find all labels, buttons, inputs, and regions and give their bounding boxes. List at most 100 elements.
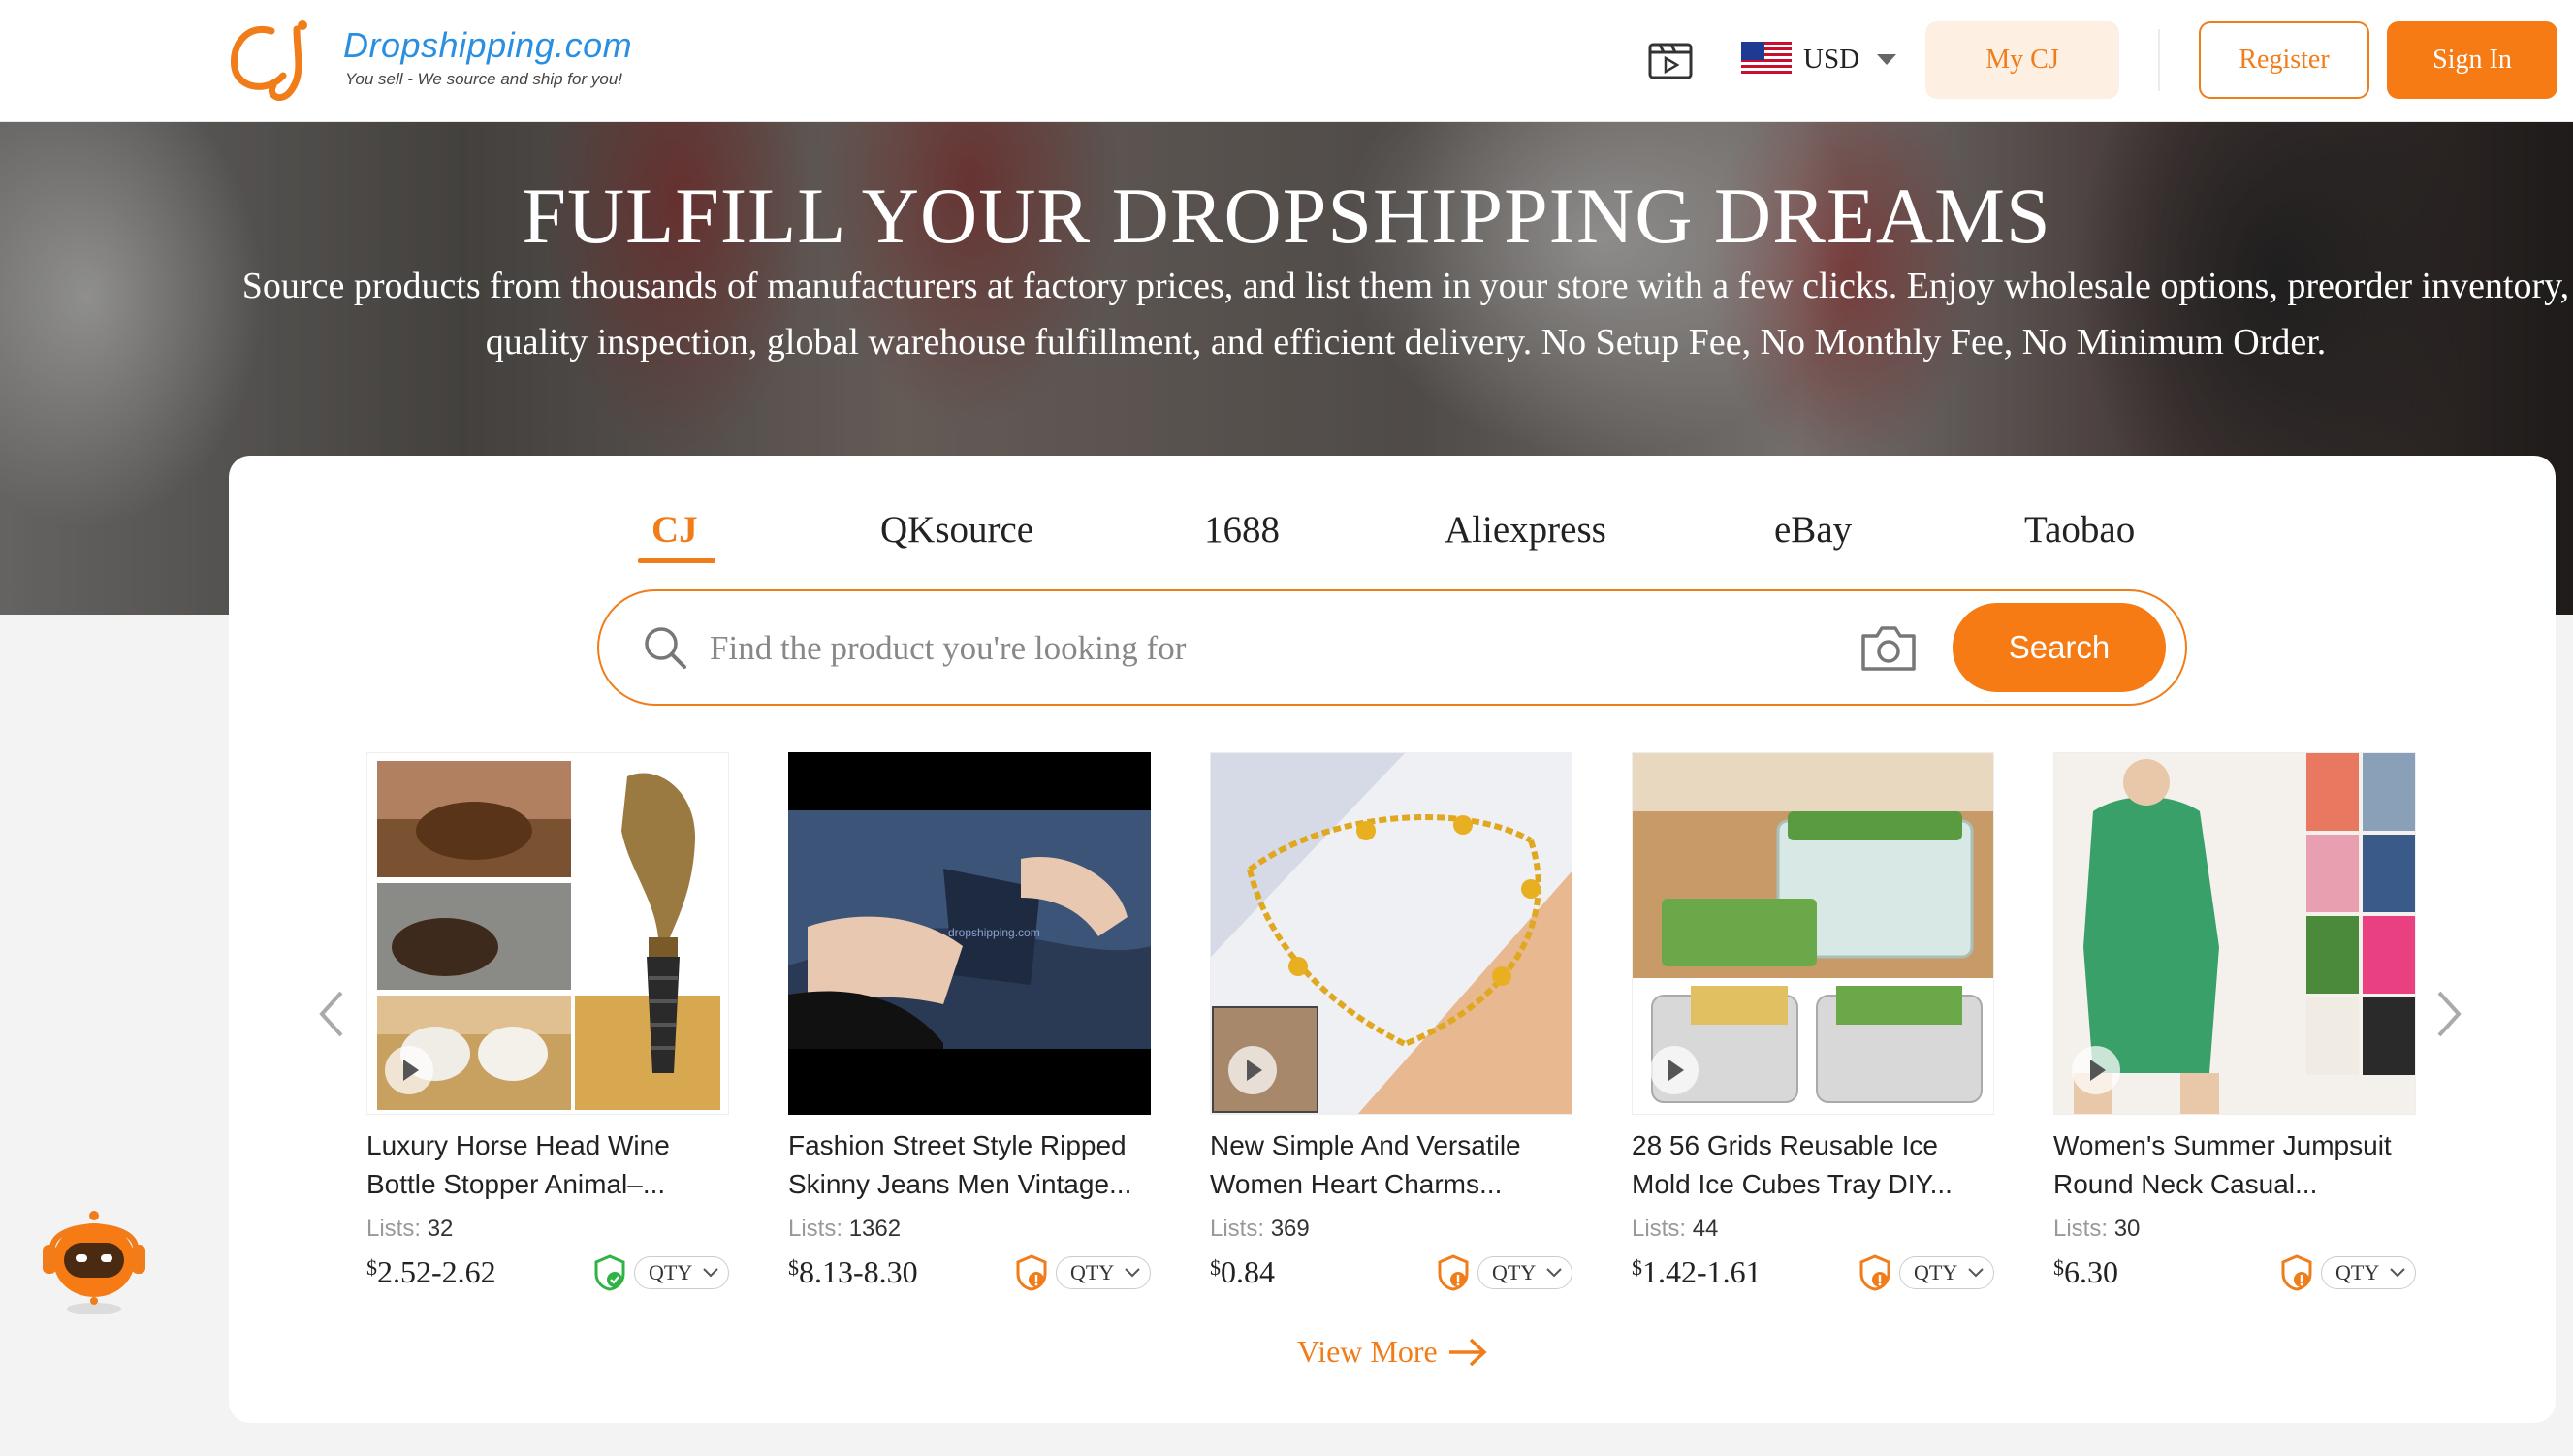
- qty-dropdown[interactable]: QTY: [1477, 1256, 1572, 1289]
- product-price: $8.13-8.30: [788, 1254, 918, 1290]
- qty-dropdown[interactable]: QTY: [634, 1256, 729, 1289]
- lists-label: Lists:: [1632, 1216, 1687, 1242]
- video-play-icon[interactable]: [1228, 1046, 1277, 1094]
- my-cj-button[interactable]: My CJ: [1925, 21, 2119, 99]
- view-more-link[interactable]: View More: [1297, 1334, 1488, 1370]
- product-card[interactable]: Luxury Horse Head Wine Bottle Stopper An…: [366, 752, 729, 1295]
- camera-icon[interactable]: [1859, 622, 1918, 673]
- product-price: $6.30: [2053, 1254, 2118, 1290]
- carousel-prev-arrow-icon[interactable]: [314, 987, 349, 1041]
- price-value: 6.30: [2064, 1254, 2118, 1289]
- product-name[interactable]: 28 56 Grids Reusable Ice Mold Ice Cubes …: [1632, 1126, 1994, 1204]
- qty-label: QTY: [1914, 1260, 1958, 1284]
- product-name-line: Luxury Horse Head Wine: [366, 1130, 670, 1160]
- tab-aliexpress[interactable]: Aliexpress: [1445, 508, 1606, 552]
- tab-ebay[interactable]: eBay: [1774, 508, 1852, 552]
- search-bar: Search: [597, 589, 2187, 706]
- product-lists: Lists: 32: [366, 1216, 729, 1243]
- search-icon: [645, 627, 686, 669]
- lists-count: 369: [1270, 1216, 1310, 1242]
- currency-selector[interactable]: USD: [1741, 37, 1897, 81]
- product-name[interactable]: New Simple And Versatile Women Heart Cha…: [1210, 1126, 1572, 1204]
- shield-icon: [2281, 1254, 2312, 1291]
- arrow-right-icon: [1448, 1338, 1487, 1366]
- chevron-down-icon: [1968, 1268, 1984, 1278]
- chevron-down-icon: [703, 1268, 718, 1278]
- carousel-next-arrow-icon[interactable]: [2431, 987, 2466, 1041]
- product-card[interactable]: 28 56 Grids Reusable Ice Mold Ice Cubes …: [1632, 752, 1994, 1295]
- tab-cj[interactable]: CJ: [651, 508, 698, 552]
- product-name-line: Skinny Jeans Men Vintage...: [788, 1169, 1132, 1199]
- hero-subtitle: Source products from thousands of manufa…: [241, 266, 2570, 363]
- price-currency: $: [2053, 1255, 2064, 1280]
- product-name[interactable]: Luxury Horse Head Wine Bottle Stopper An…: [366, 1126, 729, 1204]
- qty-label: QTY: [1070, 1260, 1115, 1284]
- price-currency: $: [788, 1255, 799, 1280]
- lists-label: Lists:: [2053, 1216, 2109, 1242]
- product-lists: Lists: 1362: [788, 1216, 1151, 1243]
- qty-label: QTY: [2335, 1260, 2380, 1284]
- product-name-line: New Simple And Versatile: [1210, 1130, 1521, 1160]
- product-card[interactable]: dropshipping.com Fashion Street Style Ri…: [788, 752, 1151, 1295]
- product-name[interactable]: Women's Summer Jumpsuit Round Neck Casua…: [2053, 1126, 2416, 1204]
- shield-icon: [1859, 1254, 1890, 1291]
- tab-qksource[interactable]: QKsource: [880, 508, 1033, 552]
- source-tabs: CJ QKsource 1688 Aliexpress eBay Taobao: [229, 508, 2556, 586]
- chevron-down-icon: [2390, 1268, 2405, 1278]
- currency-label: USD: [1803, 43, 1860, 75]
- video-play-icon[interactable]: [385, 1046, 433, 1094]
- product-image[interactable]: [366, 752, 729, 1115]
- qty-label: QTY: [649, 1260, 693, 1284]
- lists-count: 1362: [848, 1216, 902, 1242]
- product-price: $2.52-2.62: [366, 1254, 496, 1290]
- qty-dropdown[interactable]: QTY: [2321, 1256, 2416, 1289]
- lists-label: Lists:: [788, 1216, 843, 1242]
- sign-in-button[interactable]: Sign In: [2387, 21, 2557, 99]
- lists-label: Lists:: [1210, 1216, 1265, 1242]
- tab-taobao[interactable]: Taobao: [2024, 508, 2135, 552]
- product-price: $0.84: [1210, 1254, 1275, 1290]
- price-value: 0.84: [1221, 1254, 1275, 1289]
- view-more-label: View More: [1297, 1334, 1438, 1369]
- product-price: $1.42-1.61: [1632, 1254, 1762, 1290]
- price-value: 2.52-2.62: [377, 1254, 496, 1289]
- qty-dropdown[interactable]: QTY: [1899, 1256, 1994, 1289]
- video-icon[interactable]: [1648, 39, 1693, 79]
- lists-count: 30: [2113, 1216, 2141, 1242]
- support-chat-robot-icon[interactable]: [33, 1200, 155, 1318]
- price-value: 8.13-8.30: [799, 1254, 918, 1289]
- search-button[interactable]: Search: [1953, 603, 2166, 692]
- search-card: CJ QKsource 1688 Aliexpress eBay Taobao …: [229, 456, 2556, 1423]
- tab-1688[interactable]: 1688: [1204, 508, 1280, 552]
- jeans-image: dropshipping.com: [788, 752, 1151, 1115]
- product-name[interactable]: Fashion Street Style Ripped Skinny Jeans…: [788, 1126, 1151, 1204]
- hero-title: FULFILL YOUR DROPSHIPPING DREAMS: [522, 172, 2051, 260]
- product-image[interactable]: [1210, 752, 1572, 1115]
- price-currency: $: [1632, 1255, 1642, 1280]
- shield-icon: [1016, 1254, 1047, 1291]
- us-flag-icon: [1741, 42, 1792, 77]
- site-logo[interactable]: Dropshipping.com You sell - We source an…: [229, 19, 636, 101]
- header-divider: [2158, 29, 2160, 91]
- product-card[interactable]: Women's Summer Jumpsuit Round Neck Casua…: [2053, 752, 2416, 1295]
- qty-label: QTY: [1492, 1260, 1537, 1284]
- search-input[interactable]: [710, 618, 1815, 679]
- product-image[interactable]: [2053, 752, 2416, 1115]
- video-play-icon[interactable]: [1650, 1046, 1699, 1094]
- product-image[interactable]: dropshipping.com: [788, 752, 1151, 1115]
- lists-count: 32: [427, 1216, 454, 1242]
- product-lists: Lists: 30: [2053, 1216, 2416, 1243]
- shield-check-icon: [594, 1254, 625, 1291]
- register-button[interactable]: Register: [2199, 21, 2369, 99]
- chevron-down-icon: [1877, 53, 1897, 65]
- lists-label: Lists:: [366, 1216, 422, 1242]
- product-name-line: Women's Summer Jumpsuit: [2053, 1130, 2392, 1160]
- product-name-line: Women Heart Charms...: [1210, 1169, 1503, 1199]
- product-name-line: Round Neck Casual...: [2053, 1169, 2318, 1199]
- product-image[interactable]: [1632, 752, 1994, 1115]
- cj-logo-icon: [230, 20, 307, 101]
- video-play-icon[interactable]: [2072, 1046, 2120, 1094]
- product-card[interactable]: New Simple And Versatile Women Heart Cha…: [1210, 752, 1572, 1295]
- qty-dropdown[interactable]: QTY: [1056, 1256, 1151, 1289]
- chevron-down-icon: [1546, 1268, 1562, 1278]
